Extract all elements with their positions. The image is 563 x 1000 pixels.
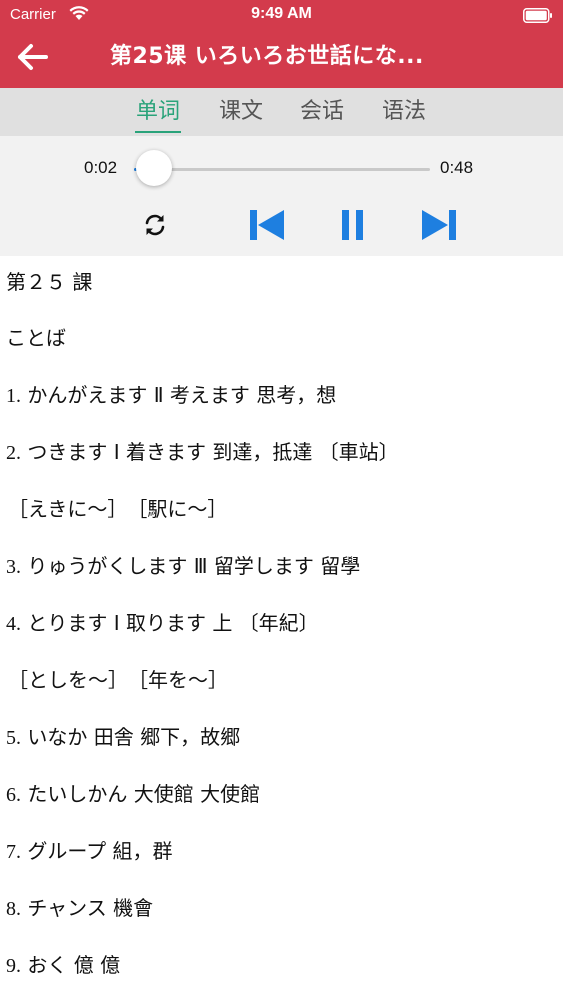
vocab-number: 9.: [6, 955, 21, 977]
vocab-line: 8. チャンス 機會: [6, 892, 153, 921]
vocab-text: グループ 組，群: [21, 839, 173, 863]
vocab-line: 2. つきます Ⅰ 着きます 到達，抵達 〔車站〕: [6, 436, 399, 465]
lesson-heading: 第２５ 課: [6, 270, 93, 294]
progress-slider[interactable]: [134, 168, 430, 171]
pause-icon[interactable]: [341, 208, 365, 242]
tab-text[interactable]: 课文: [217, 97, 265, 133]
vocab-text: チャンス 機會: [21, 896, 154, 920]
vocab-line: 5. いなか 田舎 郷下，故郷: [6, 721, 240, 750]
vocab-line: ［としを～］ ［年を～］: [8, 664, 228, 693]
vocab-line: 9. おく 億 億: [6, 949, 120, 978]
vocab-text: つきます Ⅰ 着きます 到達，抵達 〔車站〕: [21, 440, 399, 464]
tab-vocabulary[interactable]: 单词: [135, 97, 181, 133]
skip-previous-icon[interactable]: [249, 208, 285, 242]
vocab-text: かんがえます Ⅱ 考えます 思考，想: [21, 383, 337, 407]
repeat-icon[interactable]: [142, 212, 168, 238]
vocab-line: 3. りゅうがくします Ⅲ 留学します 留學: [6, 550, 360, 579]
vocab-number: 1.: [6, 385, 21, 407]
page-title: 第25课 いろいろお世話にな...: [110, 44, 424, 69]
status-time: 9:49 AM: [251, 5, 312, 22]
vocab-number: 3.: [6, 556, 21, 578]
vocab-text: ［としを～］ ［年を～］: [8, 668, 228, 692]
nav-bar: 第25课 いろいろお世話にな...: [0, 30, 563, 88]
vocab-line: 7. グループ 組，群: [6, 835, 173, 864]
vocab-line: ［えきに～］ ［駅に～］: [8, 493, 227, 522]
audio-player: 0:02 0:48: [0, 136, 563, 256]
battery-icon: [523, 8, 552, 23]
skip-next-icon[interactable]: [421, 208, 457, 242]
tab-bar: 单词 课文 会话 语法: [0, 88, 563, 136]
vocab-number: 4.: [6, 613, 21, 635]
vocab-number: 2.: [6, 442, 21, 464]
lesson-content: 第２５ 課 ことば 1. かんがえます Ⅱ 考えます 思考，想 2. つきます …: [0, 256, 563, 1000]
status-bar: Carrier 9:49 AM: [0, 0, 563, 30]
vocab-number: 8.: [6, 898, 21, 920]
progress-thumb[interactable]: [135, 150, 172, 186]
tab-grammar[interactable]: 语法: [380, 97, 428, 133]
vocab-number: 5.: [6, 727, 21, 749]
current-time: 0:02: [84, 158, 118, 177]
vocab-text: たいしかん 大使館 大使館: [21, 782, 261, 806]
total-time: 0:48: [440, 158, 474, 177]
vocab-text: りゅうがくします Ⅲ 留学します 留學: [21, 554, 361, 578]
vocab-line: 6. たいしかん 大使館 大使館: [6, 778, 260, 807]
vocab-text: とります Ⅰ 取ります 上 〔年紀〕: [21, 611, 319, 635]
vocab-line: 1. かんがえます Ⅱ 考えます 思考，想: [6, 379, 336, 408]
vocab-number: 7.: [6, 841, 21, 863]
back-arrow-icon[interactable]: [16, 42, 50, 72]
section-title: ことば: [6, 326, 66, 350]
vocab-line: 4. とります Ⅰ 取ります 上 〔年紀〕: [6, 607, 319, 636]
vocab-text: いなか 田舎 郷下，故郷: [21, 725, 241, 749]
vocab-number: 6.: [6, 784, 21, 806]
vocab-text: ［えきに～］ ［駅に～］: [8, 497, 228, 521]
tab-conversation[interactable]: 会话: [298, 97, 346, 133]
vocab-text: おく 億 億: [21, 953, 121, 977]
